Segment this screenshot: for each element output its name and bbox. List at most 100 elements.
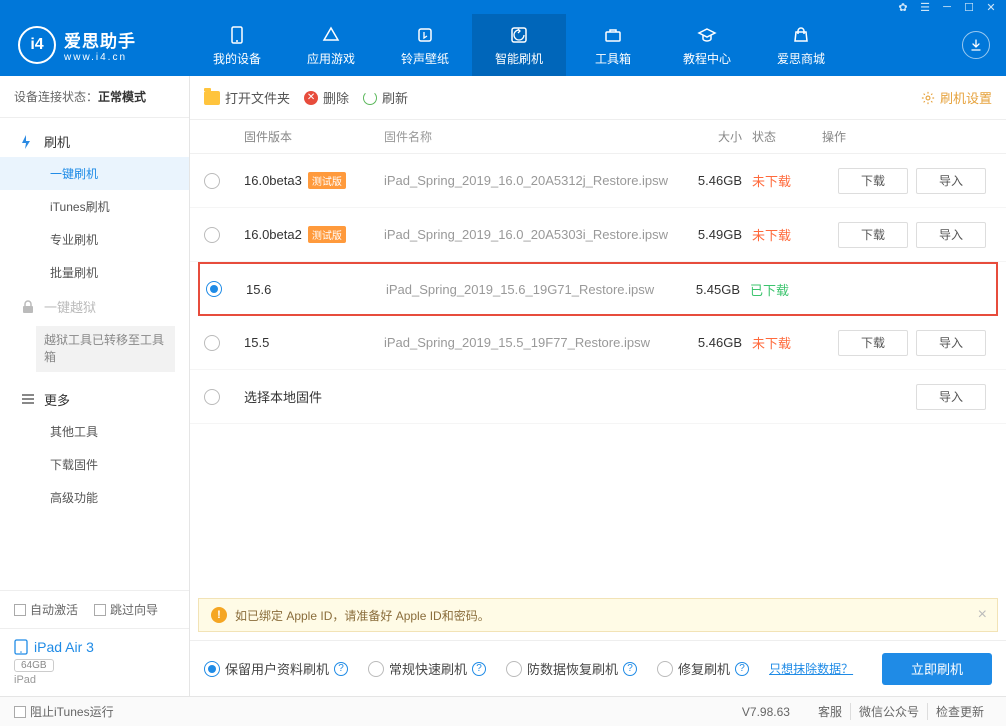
device-icon [226,24,248,46]
select-radio[interactable] [204,173,220,189]
app-logo: i4 爱思助手 www.i4.cn [0,26,190,64]
import-button[interactable]: 导入 [916,330,986,356]
sidebar-item[interactable]: 专业刷机 [0,223,189,256]
col-status: 状态 [752,128,822,145]
sidebar-note: 越狱工具已转移至工具箱 [36,326,175,372]
download-button[interactable]: 下载 [838,222,908,248]
content-area: 打开文件夹 ✕删除 刷新 刷机设置 固件版本 固件名称 大小 状态 操作 16.… [190,76,1006,696]
minimize-icon[interactable]: ─ [940,0,954,14]
sidebar-item[interactable]: 一键刷机 [0,157,189,190]
firmware-version: 16.0beta2测试版 [244,226,384,243]
beta-badge: 测试版 [308,226,346,243]
flash-now-button[interactable]: 立即刷机 [882,653,992,685]
warning-icon: ! [211,607,227,623]
help-icon[interactable]: ? [735,662,749,676]
firmware-size: 5.45GB [670,282,750,297]
ringtones-icon [414,24,436,46]
download-button[interactable]: 下载 [838,330,908,356]
gear-icon [921,91,935,105]
footer: 阻止iTunes运行 V7.98.63 客服 微信公众号 检查更新 [0,696,1006,726]
erase-data-link[interactable]: 只想抹除数据？ [769,660,853,677]
store-icon [790,24,812,46]
sidebar-group-flash[interactable]: 刷机 [0,124,189,157]
device-info: iPad Air 3 64GB iPad [0,628,189,696]
toolbar: 打开文件夹 ✕删除 刷新 刷机设置 [190,76,1006,120]
select-radio[interactable] [204,389,220,405]
sidebar-item[interactable]: 批量刷机 [0,256,189,289]
footer-link-support[interactable]: 客服 [810,703,850,720]
flash-option[interactable]: 保留用户资料刷机? [204,659,348,678]
refresh-icon [363,91,377,105]
nav-flash[interactable]: 智能刷机 [472,14,566,76]
firmware-row[interactable]: 选择本地固件导入 [190,370,1006,424]
nav-ringtones[interactable]: 铃声壁纸 [378,14,472,76]
sidebar-item[interactable]: 高级功能 [0,481,189,514]
radio-icon [368,661,384,677]
firmware-name: iPad_Spring_2019_15.5_19F77_Restore.ipsw [384,335,672,350]
import-button[interactable]: 导入 [916,384,986,410]
download-indicator-icon[interactable] [962,31,990,59]
firmware-status: 未下载 [752,171,822,190]
flash-option[interactable]: 常规快速刷机? [368,659,486,678]
device-capacity: 64GB [14,659,54,672]
firmware-status: 已下载 [750,280,820,299]
import-button[interactable]: 导入 [916,168,986,194]
open-folder-button[interactable]: 打开文件夹 [204,88,290,107]
close-icon[interactable]: ✕ [984,0,998,14]
help-icon[interactable]: ? [334,662,348,676]
sidebar-item[interactable]: iTunes刷机 [0,190,189,223]
tablet-icon [14,639,28,655]
help-icon[interactable]: ? [623,662,637,676]
flash-option[interactable]: 防数据恢复刷机? [506,659,637,678]
delete-icon: ✕ [304,91,318,105]
nav-tutorial[interactable]: 教程中心 [660,14,754,76]
help-icon[interactable]: ? [472,662,486,676]
firmware-row[interactable]: 16.0beta2测试版iPad_Spring_2019_16.0_20A530… [190,208,1006,262]
nav-device[interactable]: 我的设备 [190,14,284,76]
main-nav: 我的设备应用游戏铃声壁纸智能刷机工具箱教程中心爱思商城 [190,14,848,76]
nav-apps[interactable]: 应用游戏 [284,14,378,76]
firmware-size: 5.46GB [672,335,752,350]
tutorial-icon [696,24,718,46]
logo-title: 爱思助手 [64,27,136,52]
firmware-row[interactable]: 15.6iPad_Spring_2019_15.6_19G71_Restore.… [198,262,998,316]
nav-tools[interactable]: 工具箱 [566,14,660,76]
sidebar-group-lock[interactable]: 一键越狱 [0,289,189,322]
import-button[interactable]: 导入 [916,222,986,248]
firmware-name: iPad_Spring_2019_15.6_19G71_Restore.ipsw [386,282,670,297]
firmware-size: 5.46GB [672,173,752,188]
firmware-status: 未下载 [752,333,822,352]
settings-icon[interactable]: ✿ [896,0,910,14]
flash-settings-button[interactable]: 刷机设置 [921,88,992,107]
flash-icon [508,24,530,46]
firmware-row[interactable]: 16.0beta3测试版iPad_Spring_2019_16.0_20A531… [190,154,1006,208]
nav-store[interactable]: 爱思商城 [754,14,848,76]
table-header: 固件版本 固件名称 大小 状态 操作 [190,120,1006,154]
firmware-row[interactable]: 15.5iPad_Spring_2019_15.5_19F77_Restore.… [190,316,1006,370]
block-itunes-checkbox[interactable]: 阻止iTunes运行 [14,703,114,720]
beta-badge: 测试版 [308,172,346,189]
connection-status: 设备连接状态：正常模式 [0,76,189,118]
refresh-button[interactable]: 刷新 [363,88,408,107]
select-radio[interactable] [204,335,220,351]
select-radio[interactable] [204,227,220,243]
skip-guide-checkbox[interactable]: 跳过向导 [94,601,158,618]
flash-option[interactable]: 修复刷机? [657,659,749,678]
footer-link-update[interactable]: 检查更新 [927,703,992,720]
close-warning-button[interactable]: × [978,606,987,624]
download-button[interactable]: 下载 [838,168,908,194]
maximize-icon[interactable]: ☐ [962,0,976,14]
sidebar-item[interactable]: 下载固件 [0,448,189,481]
more-icon [20,391,36,407]
footer-link-wechat[interactable]: 微信公众号 [850,703,927,720]
device-name[interactable]: iPad Air 3 [14,639,175,655]
window-titlebar: ✿ ☰ ─ ☐ ✕ [0,0,1006,14]
logo-subtitle: www.i4.cn [64,52,136,63]
select-radio[interactable] [206,281,222,297]
list-icon[interactable]: ☰ [918,0,932,14]
sidebar-group-more[interactable]: 更多 [0,382,189,415]
sidebar-item[interactable]: 其他工具 [0,415,189,448]
auto-activate-checkbox[interactable]: 自动激活 [14,601,78,618]
firmware-version: 16.0beta3测试版 [244,172,384,189]
delete-button[interactable]: ✕删除 [304,88,349,107]
